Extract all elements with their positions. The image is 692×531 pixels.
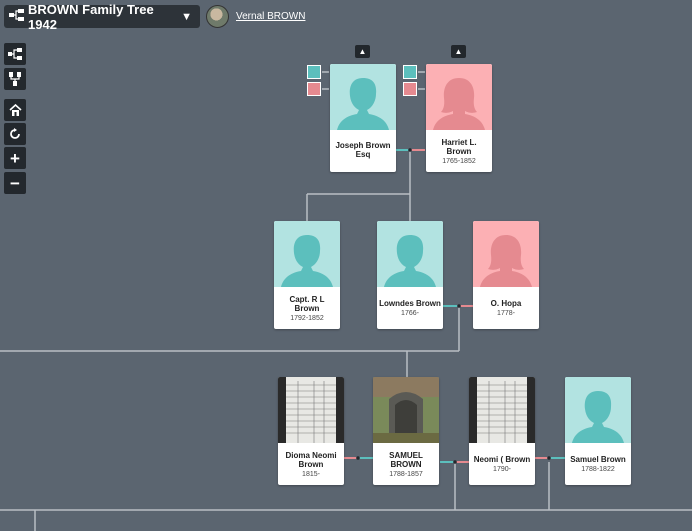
person-card-joseph[interactable]: Joseph Brown Esq — [330, 64, 396, 172]
person-card-capt-rl[interactable]: Capt. R L Brown 1792-1852 — [274, 221, 340, 329]
person-years: 1778- — [497, 310, 515, 317]
person-years: 1815- — [302, 470, 320, 478]
person-name: Dioma Neomi Brown — [285, 450, 337, 469]
male-silhouette-icon — [384, 235, 436, 287]
father-thumbnail[interactable] — [403, 65, 417, 79]
person-years: 1765-1852 — [442, 157, 476, 165]
chevron-up-icon: ▲ — [454, 47, 463, 56]
person-card-neomi[interactable]: Neomi ( Brown 1790- — [469, 377, 535, 485]
person-years: 1766- — [401, 310, 419, 317]
father-thumbnail[interactable] — [307, 65, 321, 79]
person-years: 1788-1857 — [389, 470, 423, 478]
census-record-photo — [477, 377, 527, 443]
chevron-up-icon: ▲ — [358, 47, 367, 56]
male-silhouette-icon — [572, 391, 624, 443]
person-card-ohopa[interactable]: O. Hopa 1778- — [473, 221, 539, 329]
female-silhouette-icon — [480, 235, 532, 287]
person-card-samuel-brown-1788-1857[interactable]: SAMUEL BROWN 1788-1857 — [373, 377, 439, 485]
person-name: Neomi ( Brown — [473, 455, 531, 464]
person-name: O. Hopa — [490, 299, 522, 308]
person-years: 1788-1822 — [581, 466, 615, 473]
mother-thumbnail[interactable] — [307, 82, 321, 96]
male-silhouette-icon — [337, 78, 389, 130]
person-card-dioma[interactable]: Dioma Neomi Brown 1815- — [278, 377, 344, 485]
person-years: 1790- — [493, 466, 511, 473]
male-silhouette-icon — [281, 235, 333, 287]
census-record-photo — [286, 377, 336, 443]
expand-ancestors-button[interactable]: ▲ — [451, 45, 466, 58]
person-years: 1792-1852 — [290, 314, 324, 322]
person-name: Lowndes Brown — [379, 299, 441, 308]
person-name: Samuel Brown — [570, 455, 626, 464]
female-silhouette-icon — [433, 78, 485, 130]
person-card-samuel-brown-1788-1822[interactable]: Samuel Brown 1788-1822 — [565, 377, 631, 485]
mother-thumbnail[interactable] — [403, 82, 417, 96]
person-name: Joseph Brown Esq — [335, 141, 391, 159]
expand-ancestors-button[interactable]: ▲ — [355, 45, 370, 58]
person-name: Capt. R L Brown — [289, 294, 325, 313]
person-name: SAMUEL BROWN — [389, 450, 423, 469]
gravestone-photo — [373, 377, 439, 443]
person-card-lowndes[interactable]: Lowndes Brown 1766- — [377, 221, 443, 329]
person-card-harriet[interactable]: Harriet L. Brown 1765-1852 — [426, 64, 492, 172]
person-name: Harriet L. Brown — [441, 137, 477, 156]
